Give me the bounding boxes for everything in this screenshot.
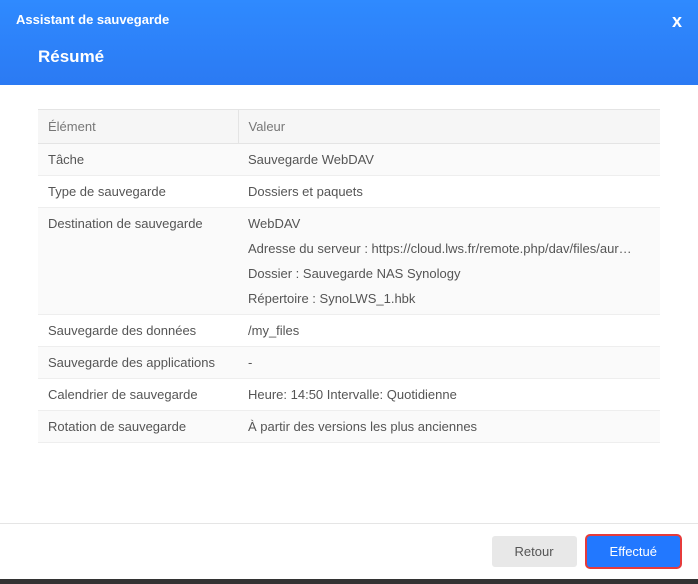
table-row: Tâche Sauvegarde WebDAV: [38, 144, 660, 176]
back-button[interactable]: Retour: [492, 536, 577, 567]
done-button[interactable]: Effectué: [587, 536, 680, 567]
table-row: Destination de sauvegarde WebDAV Adresse…: [38, 208, 660, 315]
row-label: Calendrier de sauvegarde: [38, 379, 238, 411]
window-title: Assistant de sauvegarde: [16, 12, 682, 27]
table-row: Type de sauvegarde Dossiers et paquets: [38, 176, 660, 208]
row-label: Tâche: [38, 144, 238, 176]
row-label: Rotation de sauvegarde: [38, 411, 238, 443]
close-icon[interactable]: x: [672, 12, 682, 30]
row-label: Sauvegarde des applications: [38, 347, 238, 379]
table-row: Rotation de sauvegarde À partir des vers…: [38, 411, 660, 443]
dest-directory: Répertoire : SynoLWS_1.hbk: [248, 286, 650, 306]
summary-content: Élément Valeur Tâche Sauvegarde WebDAV T…: [0, 85, 698, 523]
row-value: Dossiers et paquets: [238, 176, 660, 208]
row-label: Destination de sauvegarde: [38, 208, 238, 315]
row-value: -: [238, 347, 660, 379]
window-edge: [0, 579, 698, 584]
step-title: Résumé: [16, 47, 682, 67]
wizard-header: Assistant de sauvegarde Résumé x: [0, 0, 698, 85]
dest-server: Adresse du serveur : https://cloud.lws.f…: [248, 236, 638, 261]
row-value: WebDAV Adresse du serveur : https://clou…: [238, 208, 660, 315]
row-value: /my_files: [238, 315, 660, 347]
table-row: Sauvegarde des données /my_files: [38, 315, 660, 347]
table-row: Sauvegarde des applications -: [38, 347, 660, 379]
row-label: Sauvegarde des données: [38, 315, 238, 347]
dest-protocol: WebDAV: [248, 216, 650, 236]
table-row: Calendrier de sauvegarde Heure: 14:50 In…: [38, 379, 660, 411]
col-header-element: Élément: [38, 110, 238, 144]
row-value: À partir des versions les plus anciennes: [238, 411, 660, 443]
summary-table: Élément Valeur Tâche Sauvegarde WebDAV T…: [38, 109, 660, 443]
row-label: Type de sauvegarde: [38, 176, 238, 208]
dest-folder: Dossier : Sauvegarde NAS Synology: [248, 261, 650, 286]
wizard-footer: Retour Effectué: [0, 523, 698, 579]
row-value: Sauvegarde WebDAV: [238, 144, 660, 176]
row-value: Heure: 14:50 Intervalle: Quotidienne: [238, 379, 660, 411]
col-header-value: Valeur: [238, 110, 660, 144]
